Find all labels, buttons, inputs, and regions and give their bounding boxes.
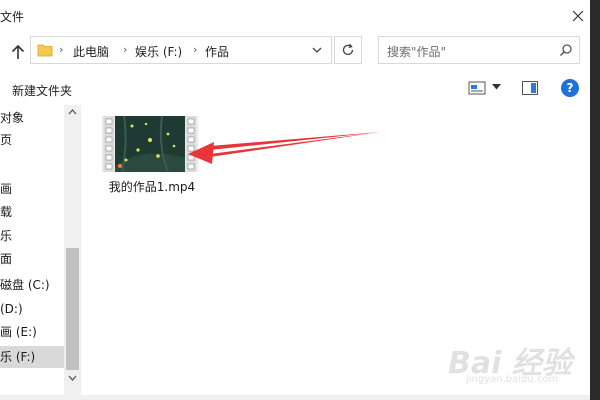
window-title: 文件 <box>0 10 25 24</box>
scroll-up-icon[interactable] <box>68 109 77 115</box>
breadcrumb-this-pc[interactable]: 此电脑 <box>73 43 109 60</box>
watermark-url: jingyan.baidu.com <box>466 374 559 385</box>
sidebar-item[interactable]: 磁盘 (C:) <box>0 274 64 296</box>
title-bar: 文件 <box>0 0 590 32</box>
command-toolbar: 新建文件夹 ? <box>0 74 590 104</box>
chevron-down-icon[interactable] <box>311 44 323 56</box>
breadcrumb-separator: › <box>59 43 64 56</box>
scroll-thumb[interactable] <box>66 248 79 370</box>
breadcrumb-separator: › <box>123 43 128 56</box>
address-bar[interactable]: › 此电脑 › 娱乐 (F:) › 作品 <box>30 36 332 64</box>
nav-scrollbar[interactable] <box>64 105 81 395</box>
new-folder-button[interactable]: 新建文件夹 <box>12 82 72 99</box>
sidebar-item[interactable]: 乐 (F:) <box>0 346 64 368</box>
search-icon <box>559 44 572 57</box>
window-edge <box>590 0 600 400</box>
breadcrumb-drive-f[interactable]: 娱乐 (F:) <box>135 43 182 60</box>
sidebar-item[interactable]: 画 <box>0 178 64 200</box>
sidebar-item[interactable]: 画 (E:) <box>0 321 64 343</box>
scroll-down-icon[interactable] <box>68 375 77 381</box>
sidebar-item[interactable]: 对象 <box>0 107 64 129</box>
file-name[interactable]: 我的作品1.mp4 <box>100 178 204 195</box>
breadcrumb-separator: › <box>193 43 198 56</box>
breadcrumb-works[interactable]: 作品 <box>205 43 229 60</box>
caret-down-icon[interactable] <box>492 84 501 90</box>
sidebar-item[interactable]: 面 <box>0 248 64 270</box>
status-bar <box>0 395 590 400</box>
close-button[interactable] <box>566 4 590 28</box>
refresh-icon <box>342 43 354 56</box>
search-input[interactable]: 搜索"作品" <box>378 36 580 64</box>
sidebar-item[interactable]: 页 <box>0 129 64 151</box>
search-placeholder: 搜索"作品" <box>387 45 447 59</box>
watermark: Bai 经验 jingyan.baidu.com <box>448 330 588 390</box>
sidebar-item[interactable]: (D:) <box>0 298 64 320</box>
navigation-pane: 对象页画载乐面磁盘 (C:) (D:) 画 (E:) 乐 (F:) <box>0 105 64 395</box>
view-options-icon[interactable] <box>468 80 486 96</box>
red-arrow-annotation <box>188 132 380 164</box>
close-icon <box>572 10 584 22</box>
sidebar-item[interactable]: 载 <box>0 201 64 223</box>
preview-pane-icon[interactable] <box>522 81 538 95</box>
help-button[interactable]: ? <box>561 79 579 97</box>
sidebar-item[interactable]: 乐 <box>0 225 64 247</box>
refresh-button[interactable] <box>334 36 362 64</box>
up-button[interactable] <box>8 42 28 62</box>
sidebar-item[interactable] <box>0 152 64 174</box>
folder-icon <box>37 44 53 57</box>
arrow-up-icon <box>11 44 25 59</box>
